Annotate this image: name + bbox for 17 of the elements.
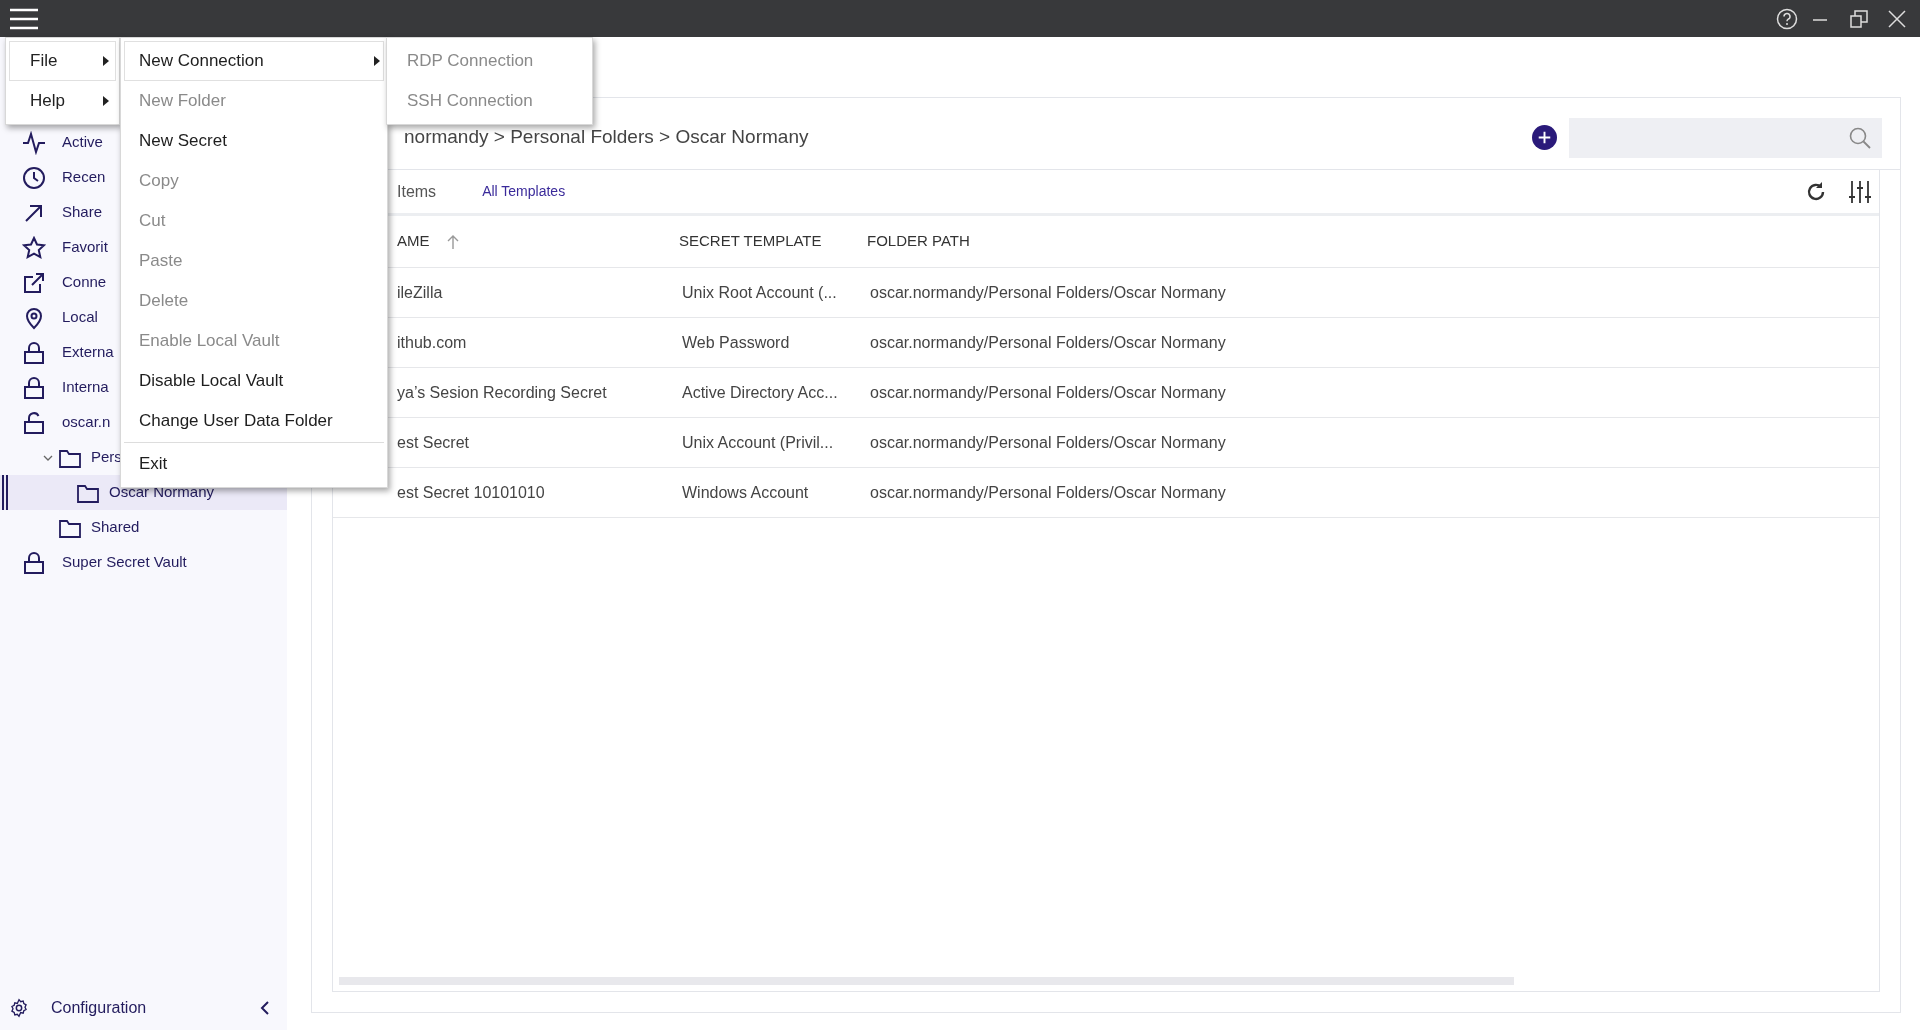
table-cell-text: oscar.normandy/Personal Folders/Oscar Normany xyxy=(870,332,1226,353)
item-count: Items xyxy=(397,181,437,202)
table-cell-text: oscar.normandy/Personal Folders/Oscar Normany xyxy=(870,382,1226,403)
table-cell-text: oscar.normandy/Personal Folders/Oscar Normany xyxy=(870,482,1226,503)
table-cell-text: oscar.normandy/Personal Folders/Oscar Normany xyxy=(870,432,1226,453)
table-cell-text: Unix Root Account (... xyxy=(682,282,837,303)
table-cell-text: est Secret 10101010 xyxy=(397,482,545,503)
table-cell-text: ya’s Sesion Recording Secret xyxy=(397,382,607,403)
table-cell-text: Web Password xyxy=(682,332,790,353)
breadcrumb: normandy > Personal Folders > Oscar Normany xyxy=(404,125,809,150)
table-cell-text: Windows Account xyxy=(682,482,809,503)
table-cell-text: Unix Account (Privil... xyxy=(682,432,834,453)
table-cell-text: ithub.com xyxy=(397,332,467,353)
table-cell-text: est Secret xyxy=(397,432,470,453)
table-cell-text: Active Directory Acc... xyxy=(682,382,838,403)
table-cell-text: oscar.normandy/Personal Folders/Oscar Normany xyxy=(870,282,1226,303)
table-cell-text: ileZilla xyxy=(397,282,443,303)
